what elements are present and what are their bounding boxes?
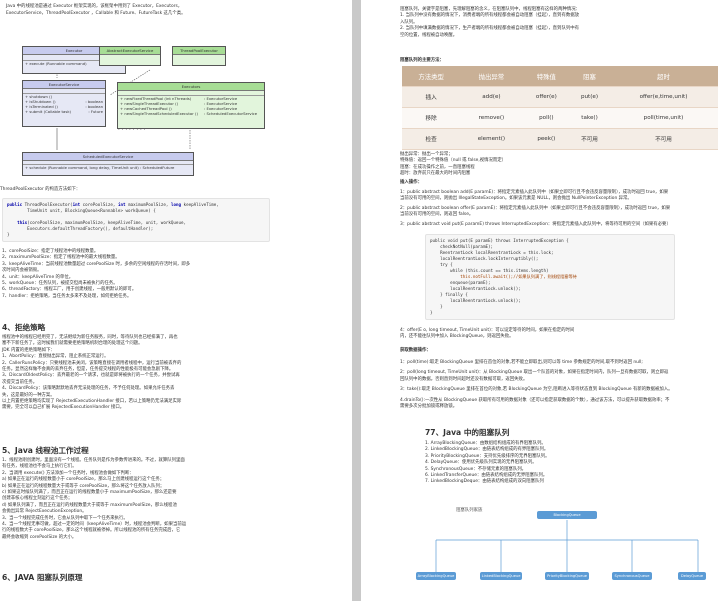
blocking-intro: 阻塞队列，关键字是阻塞，先理解阻塞的含义，在阻塞队列中，线程阻塞有这样的两种情况… — [400, 7, 580, 39]
insert-line: 当前没有可用的空间，则返回 false。 — [400, 212, 474, 218]
table-cell: 插入 — [402, 86, 461, 108]
uml-executors-title: Executors — [118, 83, 264, 91]
uml-executor-service: ExecutorService + shutdown () + isShutdo… — [22, 80, 106, 127]
uml-executors-m4: + newSingleThreadScheduledExecutor () — [120, 111, 198, 116]
table-header: 抛出异常 — [460, 66, 523, 87]
node-array-blocking-queue: ArrayBlockingQueue — [416, 572, 456, 580]
table-cell: 不可用 — [608, 128, 718, 150]
insert-line: 当前没有可用的空间，则抛出 IllegalStateException。如果该元… — [400, 196, 632, 202]
node-synchronous-queue: SynchronousQueue — [612, 572, 652, 580]
table-row: 插入 add(e) offer(e) put(e) offer(e,time,u… — [402, 86, 718, 108]
node-linked-blocking-queue: LinkedBlockingQueue — [480, 572, 522, 580]
table-cell: element() — [460, 128, 523, 150]
get-title: 获取数据操作： — [400, 348, 431, 353]
node-delay-queue: DelayQueue — [678, 572, 706, 580]
table-cell: peek() — [522, 128, 571, 150]
insert-title: 插入操作： — [400, 180, 422, 185]
uml-scheduled-m1: + schedule (Runnable command, long delay… — [25, 165, 139, 170]
table-cell: put(e) — [570, 86, 609, 108]
table-caption: 阻塞队列的主要方法： — [400, 58, 444, 63]
uml-executors: Executors + newFixedThreadPool (int nThr… — [117, 82, 265, 129]
offer-timeout-line: 内，还不能往队列中加入 BlockingQueue，则返回失败。 — [400, 334, 514, 340]
queue-type-item: 2. LinkedBlockingQueue：由链表结构组成的有界阻塞队列。 — [425, 447, 549, 453]
section-6-title: 6、JAVA 阻塞队列原理 — [2, 573, 83, 582]
right-page: 阻塞队列，关键字是阻塞，先理解阻塞的含义，在阻塞队列中，线程阻塞有这样的两种情况… — [361, 0, 720, 601]
methods-table: 方法类型 抛出异常 特殊值 阻塞 超时 插入 add(e) offer(e) p… — [402, 66, 718, 150]
table-header-row: 方法类型 抛出异常 特殊值 阻塞 超时 — [402, 66, 718, 87]
section-77-body: 1. ArrayBlockingQueue：由数组结构组成的有界阻塞队列。 2.… — [425, 441, 550, 486]
node-priority-blocking-queue: PriorityBlockingQueue — [545, 572, 589, 580]
section-4-line: 需要，完全可以自己扩展 RejectedExecutionHandler 接口。 — [2, 405, 125, 411]
table-legend: 抛出异常：抛出一个异常； 特殊值：返回一个特殊值（null 或 false,视情… — [400, 152, 506, 178]
section-5-line: 行的线程数大于 corePoolSize，那么这个线程就被停掉。所以线程池的所有… — [2, 528, 181, 534]
table-header: 特殊值 — [522, 66, 571, 87]
offer-timeout-note: 4：offer(E o, long timeout, TimeUnit unit… — [400, 328, 574, 341]
uml-thread-pool-executor: ThreadPoolExecutor — [172, 46, 226, 66]
uml-service-m4: + submit (Callable task) — [25, 109, 72, 114]
blocking-intro-line: 1. 当队列中没有数据的情况下，消费者端的所有线程都会被自动阻塞（挂起），直到有… — [400, 13, 580, 19]
table-cell: 检查 — [402, 128, 461, 150]
table-cell: offer(e,time,unit) — [608, 86, 718, 108]
table-cell: poll(time,unit) — [608, 107, 718, 129]
section-77-title: 77、Java 中的阻塞队列 — [425, 428, 510, 437]
blocking-queue-diagram: 阻塞队列家族 BlockingQueue ArrayBlockingQueue … — [416, 508, 706, 592]
blocking-intro-line: 空的位置，线程被自动唤醒。 — [400, 32, 458, 38]
insert-body: 1：public abstract boolean add(E paramE)：… — [400, 190, 671, 228]
param-list: 1、corePoolSize：指定了线程池中的线程数量。 2、maximumPo… — [2, 249, 190, 300]
legend-line: 超时：放弃前只在最大的时间内阻塞 — [400, 171, 471, 177]
code-line: } — [430, 310, 433, 315]
table-header: 方法类型 — [402, 66, 461, 87]
section-5-body: 1、线程池刚创建时，里面没有一个线程。任务队列是作为参数传进来的。不过，就算队列… — [2, 458, 186, 541]
get-body: 1：poll(time):取走 BlockingQueue 里排在首位的对象,若… — [400, 360, 673, 410]
section-5-line: a) 如果正在运行的线程数量小于 corePoolSize，那么马上创建线程运行… — [2, 477, 165, 483]
table-cell: remove() — [460, 107, 523, 129]
uml-tpe-title: ThreadPoolExecutor — [173, 47, 225, 55]
ctor-code-block: public ThreadPoolExecutor(int corePoolSi… — [2, 198, 270, 242]
get-line: 1：poll(time):取走 BlockingQueue 里排在首位的对象,若… — [400, 360, 643, 365]
queue-type-item: 7. LinkedBlockingDeque：由链表结构组成的双向阻塞队列 — [425, 479, 544, 485]
queue-type-item: 4. DelayQueue：使用优先级队列实现的无界阻塞队列。 — [425, 460, 537, 466]
get-line: 回队列中的数据。否则直到时间超时还没有数据可取，返回失败。 — [400, 376, 528, 382]
table-cell: 不可用 — [570, 128, 609, 150]
table-cell: take() — [570, 107, 609, 129]
uml-executors-m4-type: : ScheduledExecutorService — [204, 111, 258, 116]
left-page: Java 中的线程池是通过 Executor 框架实现的，该框架中用到了 Exe… — [0, 0, 352, 601]
table-row: 移除 remove() poll() take() poll(time,unit… — [402, 107, 718, 129]
section-4-line: 4、DiscardPolicy：该策略默默地丢弃无法处理的任务，不予任何处理。如… — [2, 386, 175, 392]
ctor-caption: ThreadPoolExecutor 的构造方法如下： — [0, 187, 81, 192]
blocking-intro-line: 2. 当队列中填满数据的情况下，生产者端的所有线程都会被自动阻塞（挂起），直到队… — [400, 26, 580, 32]
uml-abstract-executor-service: AbstractExecutorService — [99, 46, 161, 66]
node-blocking-queue: BlockingQueue — [537, 511, 597, 519]
section-5-title: 5、Java 线程池工作过程 — [2, 446, 89, 455]
table-cell: add(e) — [460, 86, 523, 108]
insert-line: 3：public abstract void put(E paramE) thr… — [400, 221, 671, 227]
uml-service-title: ExecutorService — [23, 81, 105, 89]
uml-scheduled-m1-type: : ScheduledFuture — [139, 165, 175, 170]
get-line: 需要多次分批加锁或释放锁。 — [400, 404, 458, 410]
uml-scheduled-title: ScheduledExecutorService — [23, 153, 193, 161]
table-cell: poll() — [522, 107, 571, 129]
legend-line: 特殊值：返回一个特殊值（null 或 false,视情况而定） — [400, 158, 507, 164]
section-4-line: 3、DiscardOldestPolicy：丢弃最老的一个请求，也就是即将被执行… — [2, 373, 180, 379]
section-5-line: 最终会收缩到 corePoolSize 的大小。 — [2, 534, 77, 540]
table-header: 超时 — [608, 66, 718, 87]
table-cell: 移除 — [402, 107, 461, 129]
put-code-block: public void put(E paramE) throws Interru… — [425, 234, 675, 320]
table-header: 阻塞 — [570, 66, 609, 87]
table-cell: offer(e) — [522, 86, 571, 108]
param-item: 7、handler：拒绝策略，当任务太多来不及处理，如何拒绝任务。 — [2, 293, 132, 299]
uml-service-m4-type: : Future — [88, 109, 103, 114]
uml-scheduled-executor-service: ScheduledExecutorService + schedule (Run… — [22, 152, 194, 176]
get-line: 2：poll(long timeout, TimeUnit unit)：从 Bl… — [400, 370, 669, 376]
section-4-body: 线程池中的线程已经用完了，无法继续为新任务服务，同时，等待队列也已经排满了，再也… — [2, 335, 181, 412]
table-row: 检查 element() peek() 不可用 不可用 — [402, 128, 718, 150]
get-line: 3：take():取走 BlockingQueue 里排在首位的对象,若 Blo… — [400, 387, 673, 393]
uml-abstract-title: AbstractExecutorService — [100, 47, 160, 55]
section-4-title: 4、拒绝策略 — [2, 323, 46, 332]
diagram-label: 阻塞队列家族 — [456, 508, 483, 513]
